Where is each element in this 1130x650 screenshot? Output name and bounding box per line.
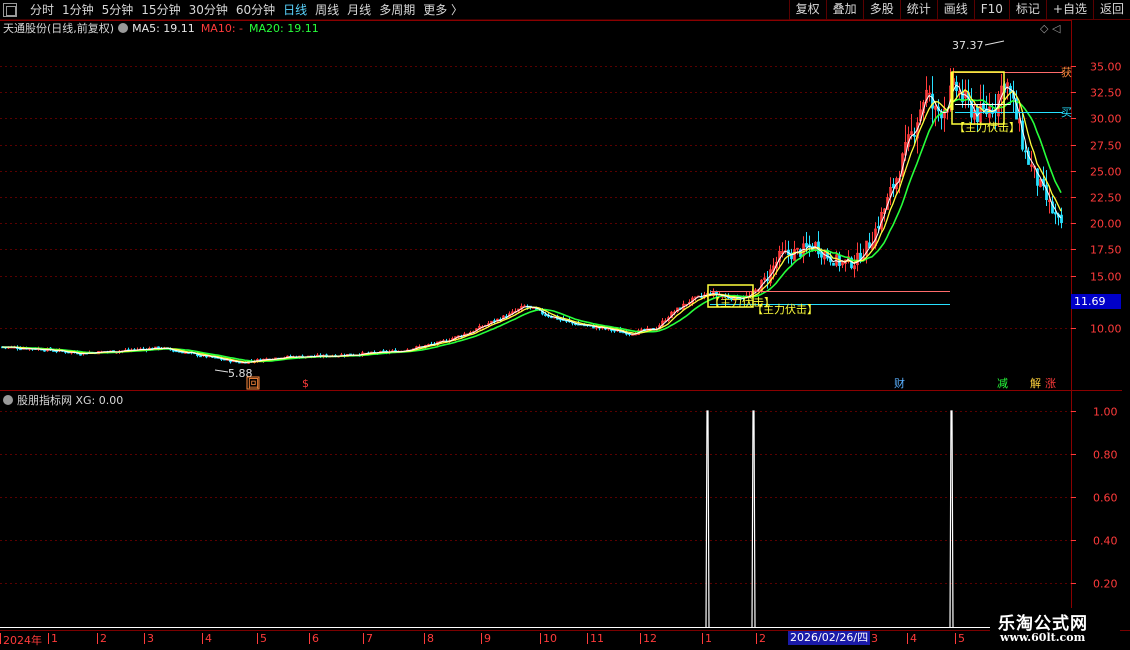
buy-marker: 买 <box>1061 106 1072 119</box>
date-label: 2 <box>97 632 107 645</box>
price-grid <box>0 66 1071 329</box>
ma5-value: MA5: 19.11 <box>132 22 195 35</box>
event-markers: 回 $ 财 减 解 涨 <box>246 376 1056 390</box>
date-axis: 2024年 1 2 3 4 5 6 7 8 9 10 11 12 1 2 3 4… <box>0 630 1130 650</box>
date-label: 12 <box>640 632 657 645</box>
indicator-spike <box>705 410 710 628</box>
indicator-label: 股朋指标网 XG: 0.00 <box>17 394 124 407</box>
last-price-badge: 11.69 <box>1071 294 1121 309</box>
kline-chart[interactable]: 【主力伏击】 【主力伏击】 【主力伏击】 37.37 5.88 获 买 回 $ … <box>0 0 1130 630</box>
indicator-legend: 股朋指标网 XG: 0.00 <box>3 394 123 408</box>
date-label: 9 <box>481 632 491 645</box>
price-tick-label: 10.00 <box>1090 323 1122 336</box>
date-label: 1 <box>702 632 712 645</box>
ma20-value: MA20: 19.11 <box>249 22 319 35</box>
ma10-value: MA10: - <box>200 22 243 35</box>
date-label: 5 <box>257 632 267 645</box>
price-tick-label: 17.50 <box>1090 244 1122 257</box>
date-label: 3 <box>868 632 878 645</box>
date-label: 11 <box>587 632 604 645</box>
price-tick-label: 25.00 <box>1090 166 1122 179</box>
signal-label: 【主力伏击】 <box>954 120 1020 134</box>
indicator-tick-label: 0.40 <box>1093 535 1118 548</box>
date-label: 5 <box>955 632 965 645</box>
indicator-axis: 1.00 0.80 0.60 0.40 0.20 <box>1071 406 1118 591</box>
date-label: 7 <box>363 632 373 645</box>
candle-body <box>832 262 835 266</box>
indicator-spike <box>949 410 954 628</box>
candle-body <box>43 349 46 352</box>
right-side-strip <box>1122 20 1130 630</box>
ma20-line <box>1 98 1062 363</box>
watermark-url: www.60lt.com <box>1000 631 1086 644</box>
main-legend: 天通股份(日线,前复权) MA5: 19.11 MA10: - MA20: 19.11 <box>3 22 319 36</box>
price-tick-label: 20.00 <box>1090 218 1122 231</box>
reference-lines <box>710 72 1063 305</box>
date-label: 10 <box>540 632 557 645</box>
date-label: 4 <box>907 632 917 645</box>
candle-body <box>79 353 82 356</box>
indicator-spike <box>751 410 756 628</box>
price-tick-label: 30.00 <box>1090 113 1122 126</box>
event-marker-jie[interactable]: 解 <box>1030 376 1041 390</box>
event-marker-jian[interactable]: 减 <box>997 377 1008 390</box>
candle-body <box>913 134 916 137</box>
event-marker-zhang[interactable]: 涨 <box>1045 377 1056 390</box>
signal-boxes <box>707 71 1005 308</box>
date-label: 2024年 <box>0 633 42 647</box>
date-label: 6 <box>309 632 319 645</box>
candle-body <box>805 243 808 248</box>
cursor-date-label: 2026/02/26/四 <box>788 631 871 645</box>
candle-body <box>199 355 202 358</box>
signal-label: 【主力伏击】 <box>752 302 818 316</box>
indicator-grid <box>0 411 1071 584</box>
high-price-label: 37.37 <box>952 39 984 52</box>
candle-body <box>1060 214 1063 223</box>
date-label: 1 <box>48 632 58 645</box>
price-tick-label: 32.50 <box>1090 87 1122 100</box>
indicator-tick-label: 0.60 <box>1093 492 1118 505</box>
indicator-settings-icon[interactable] <box>3 395 13 405</box>
date-label: 8 <box>424 632 434 645</box>
indicator-signal-spikes <box>705 410 954 628</box>
price-tick-label: 35.00 <box>1090 61 1122 74</box>
chart-corner-icons[interactable]: ◇ ◁ <box>1040 22 1060 36</box>
price-tick-label: 27.50 <box>1090 140 1122 153</box>
price-tick-label: 22.50 <box>1090 192 1122 205</box>
candle-body <box>892 183 895 189</box>
candle-body <box>1024 150 1027 153</box>
date-label: 2 <box>756 632 766 645</box>
indicator-tick-label: 1.00 <box>1093 406 1118 419</box>
price-tick-label: 15.00 <box>1090 271 1122 284</box>
date-label: 3 <box>144 632 154 645</box>
event-marker-cai[interactable]: 财 <box>894 376 905 390</box>
sell-marker: 获 <box>1061 66 1072 79</box>
ma10-line <box>1 89 1062 363</box>
chart-frame <box>0 20 1130 630</box>
candle-body <box>544 314 547 316</box>
indicator-tick-label: 0.80 <box>1093 449 1118 462</box>
watermark: 乐淘公式网 www.60lt.com <box>990 608 1120 648</box>
candle-body <box>1054 212 1057 215</box>
event-marker-dollar[interactable]: $ <box>302 377 309 390</box>
indicator-tick-label: 0.20 <box>1093 578 1118 591</box>
event-marker-hui[interactable]: 回 <box>248 377 259 390</box>
stock-title: 天通股份(日线,前复权) <box>3 22 115 35</box>
settings-icon[interactable] <box>118 23 129 33</box>
date-label: 4 <box>202 632 212 645</box>
candles <box>1 67 1063 364</box>
